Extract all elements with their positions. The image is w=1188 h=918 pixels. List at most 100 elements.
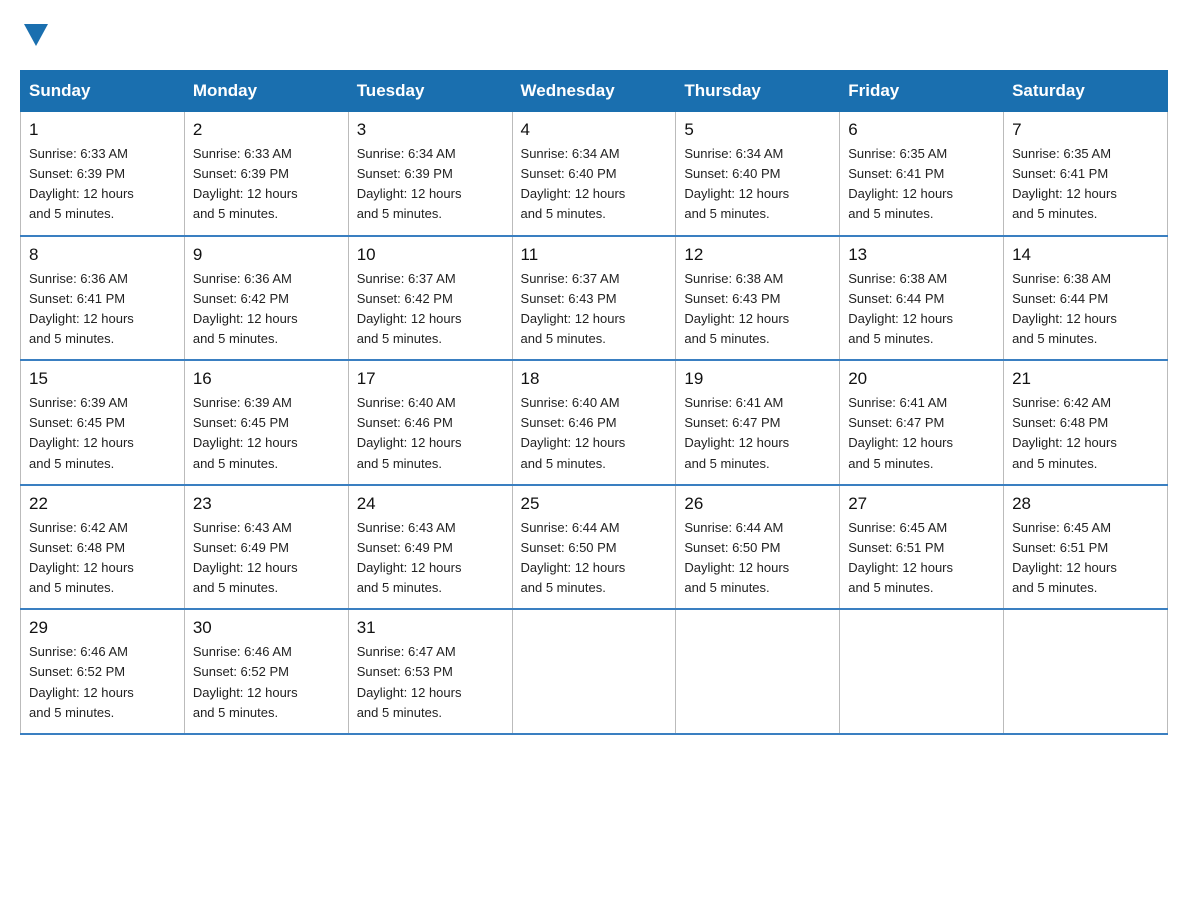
day-number: 26 bbox=[684, 494, 831, 514]
header-thursday: Thursday bbox=[676, 71, 840, 112]
day-info: Sunrise: 6:37 AMSunset: 6:43 PMDaylight:… bbox=[521, 271, 626, 346]
day-info: Sunrise: 6:34 AMSunset: 6:40 PMDaylight:… bbox=[684, 146, 789, 221]
day-info: Sunrise: 6:38 AMSunset: 6:44 PMDaylight:… bbox=[848, 271, 953, 346]
calendar-cell: 22 Sunrise: 6:42 AMSunset: 6:48 PMDaylig… bbox=[21, 485, 185, 610]
day-number: 22 bbox=[29, 494, 176, 514]
calendar-week-3: 15 Sunrise: 6:39 AMSunset: 6:45 PMDaylig… bbox=[21, 360, 1168, 485]
calendar-cell bbox=[1004, 609, 1168, 734]
calendar-cell: 9 Sunrise: 6:36 AMSunset: 6:42 PMDayligh… bbox=[184, 236, 348, 361]
calendar-cell: 17 Sunrise: 6:40 AMSunset: 6:46 PMDaylig… bbox=[348, 360, 512, 485]
day-info: Sunrise: 6:34 AMSunset: 6:39 PMDaylight:… bbox=[357, 146, 462, 221]
day-number: 19 bbox=[684, 369, 831, 389]
day-info: Sunrise: 6:35 AMSunset: 6:41 PMDaylight:… bbox=[1012, 146, 1117, 221]
day-number: 10 bbox=[357, 245, 504, 265]
day-number: 4 bbox=[521, 120, 668, 140]
day-info: Sunrise: 6:38 AMSunset: 6:44 PMDaylight:… bbox=[1012, 271, 1117, 346]
day-number: 29 bbox=[29, 618, 176, 638]
day-info: Sunrise: 6:43 AMSunset: 6:49 PMDaylight:… bbox=[193, 520, 298, 595]
calendar-cell: 18 Sunrise: 6:40 AMSunset: 6:46 PMDaylig… bbox=[512, 360, 676, 485]
calendar-cell: 24 Sunrise: 6:43 AMSunset: 6:49 PMDaylig… bbox=[348, 485, 512, 610]
day-number: 17 bbox=[357, 369, 504, 389]
calendar-cell: 2 Sunrise: 6:33 AMSunset: 6:39 PMDayligh… bbox=[184, 112, 348, 236]
day-number: 15 bbox=[29, 369, 176, 389]
calendar-cell: 25 Sunrise: 6:44 AMSunset: 6:50 PMDaylig… bbox=[512, 485, 676, 610]
day-number: 8 bbox=[29, 245, 176, 265]
day-number: 7 bbox=[1012, 120, 1159, 140]
day-info: Sunrise: 6:46 AMSunset: 6:52 PMDaylight:… bbox=[29, 644, 134, 719]
calendar-cell: 26 Sunrise: 6:44 AMSunset: 6:50 PMDaylig… bbox=[676, 485, 840, 610]
day-info: Sunrise: 6:45 AMSunset: 6:51 PMDaylight:… bbox=[1012, 520, 1117, 595]
day-number: 28 bbox=[1012, 494, 1159, 514]
header-wednesday: Wednesday bbox=[512, 71, 676, 112]
day-info: Sunrise: 6:39 AMSunset: 6:45 PMDaylight:… bbox=[29, 395, 134, 470]
calendar-week-5: 29 Sunrise: 6:46 AMSunset: 6:52 PMDaylig… bbox=[21, 609, 1168, 734]
day-number: 2 bbox=[193, 120, 340, 140]
day-info: Sunrise: 6:47 AMSunset: 6:53 PMDaylight:… bbox=[357, 644, 462, 719]
day-number: 12 bbox=[684, 245, 831, 265]
calendar-cell: 16 Sunrise: 6:39 AMSunset: 6:45 PMDaylig… bbox=[184, 360, 348, 485]
header-tuesday: Tuesday bbox=[348, 71, 512, 112]
day-info: Sunrise: 6:34 AMSunset: 6:40 PMDaylight:… bbox=[521, 146, 626, 221]
day-info: Sunrise: 6:35 AMSunset: 6:41 PMDaylight:… bbox=[848, 146, 953, 221]
calendar-cell bbox=[512, 609, 676, 734]
day-number: 23 bbox=[193, 494, 340, 514]
calendar-cell: 11 Sunrise: 6:37 AMSunset: 6:43 PMDaylig… bbox=[512, 236, 676, 361]
day-info: Sunrise: 6:44 AMSunset: 6:50 PMDaylight:… bbox=[684, 520, 789, 595]
calendar-cell: 12 Sunrise: 6:38 AMSunset: 6:43 PMDaylig… bbox=[676, 236, 840, 361]
day-info: Sunrise: 6:41 AMSunset: 6:47 PMDaylight:… bbox=[848, 395, 953, 470]
header-sunday: Sunday bbox=[21, 71, 185, 112]
day-number: 31 bbox=[357, 618, 504, 638]
day-number: 21 bbox=[1012, 369, 1159, 389]
day-info: Sunrise: 6:40 AMSunset: 6:46 PMDaylight:… bbox=[521, 395, 626, 470]
calendar-week-1: 1 Sunrise: 6:33 AMSunset: 6:39 PMDayligh… bbox=[21, 112, 1168, 236]
day-info: Sunrise: 6:41 AMSunset: 6:47 PMDaylight:… bbox=[684, 395, 789, 470]
calendar-cell bbox=[840, 609, 1004, 734]
header-monday: Monday bbox=[184, 71, 348, 112]
calendar-cell: 28 Sunrise: 6:45 AMSunset: 6:51 PMDaylig… bbox=[1004, 485, 1168, 610]
calendar-cell: 14 Sunrise: 6:38 AMSunset: 6:44 PMDaylig… bbox=[1004, 236, 1168, 361]
logo bbox=[20, 20, 50, 50]
calendar-cell: 15 Sunrise: 6:39 AMSunset: 6:45 PMDaylig… bbox=[21, 360, 185, 485]
calendar-cell: 8 Sunrise: 6:36 AMSunset: 6:41 PMDayligh… bbox=[21, 236, 185, 361]
calendar-cell: 5 Sunrise: 6:34 AMSunset: 6:40 PMDayligh… bbox=[676, 112, 840, 236]
calendar-cell: 29 Sunrise: 6:46 AMSunset: 6:52 PMDaylig… bbox=[21, 609, 185, 734]
calendar-cell: 4 Sunrise: 6:34 AMSunset: 6:40 PMDayligh… bbox=[512, 112, 676, 236]
calendar-header-row: SundayMondayTuesdayWednesdayThursdayFrid… bbox=[21, 71, 1168, 112]
calendar-cell: 7 Sunrise: 6:35 AMSunset: 6:41 PMDayligh… bbox=[1004, 112, 1168, 236]
day-info: Sunrise: 6:38 AMSunset: 6:43 PMDaylight:… bbox=[684, 271, 789, 346]
day-info: Sunrise: 6:37 AMSunset: 6:42 PMDaylight:… bbox=[357, 271, 462, 346]
day-number: 11 bbox=[521, 245, 668, 265]
day-number: 30 bbox=[193, 618, 340, 638]
calendar-cell: 27 Sunrise: 6:45 AMSunset: 6:51 PMDaylig… bbox=[840, 485, 1004, 610]
calendar-cell: 19 Sunrise: 6:41 AMSunset: 6:47 PMDaylig… bbox=[676, 360, 840, 485]
day-number: 5 bbox=[684, 120, 831, 140]
day-number: 3 bbox=[357, 120, 504, 140]
day-number: 16 bbox=[193, 369, 340, 389]
calendar-cell: 20 Sunrise: 6:41 AMSunset: 6:47 PMDaylig… bbox=[840, 360, 1004, 485]
day-number: 6 bbox=[848, 120, 995, 140]
day-info: Sunrise: 6:43 AMSunset: 6:49 PMDaylight:… bbox=[357, 520, 462, 595]
day-number: 24 bbox=[357, 494, 504, 514]
day-info: Sunrise: 6:36 AMSunset: 6:42 PMDaylight:… bbox=[193, 271, 298, 346]
calendar-cell: 23 Sunrise: 6:43 AMSunset: 6:49 PMDaylig… bbox=[184, 485, 348, 610]
day-info: Sunrise: 6:39 AMSunset: 6:45 PMDaylight:… bbox=[193, 395, 298, 470]
day-info: Sunrise: 6:33 AMSunset: 6:39 PMDaylight:… bbox=[29, 146, 134, 221]
day-number: 27 bbox=[848, 494, 995, 514]
day-number: 1 bbox=[29, 120, 176, 140]
day-info: Sunrise: 6:42 AMSunset: 6:48 PMDaylight:… bbox=[1012, 395, 1117, 470]
day-number: 20 bbox=[848, 369, 995, 389]
calendar-cell: 31 Sunrise: 6:47 AMSunset: 6:53 PMDaylig… bbox=[348, 609, 512, 734]
header-saturday: Saturday bbox=[1004, 71, 1168, 112]
calendar-cell: 3 Sunrise: 6:34 AMSunset: 6:39 PMDayligh… bbox=[348, 112, 512, 236]
calendar-table: SundayMondayTuesdayWednesdayThursdayFrid… bbox=[20, 70, 1168, 735]
page-header bbox=[20, 20, 1168, 50]
day-info: Sunrise: 6:46 AMSunset: 6:52 PMDaylight:… bbox=[193, 644, 298, 719]
day-info: Sunrise: 6:42 AMSunset: 6:48 PMDaylight:… bbox=[29, 520, 134, 595]
day-info: Sunrise: 6:36 AMSunset: 6:41 PMDaylight:… bbox=[29, 271, 134, 346]
calendar-cell: 30 Sunrise: 6:46 AMSunset: 6:52 PMDaylig… bbox=[184, 609, 348, 734]
calendar-cell: 10 Sunrise: 6:37 AMSunset: 6:42 PMDaylig… bbox=[348, 236, 512, 361]
calendar-week-4: 22 Sunrise: 6:42 AMSunset: 6:48 PMDaylig… bbox=[21, 485, 1168, 610]
day-info: Sunrise: 6:45 AMSunset: 6:51 PMDaylight:… bbox=[848, 520, 953, 595]
day-number: 18 bbox=[521, 369, 668, 389]
calendar-week-2: 8 Sunrise: 6:36 AMSunset: 6:41 PMDayligh… bbox=[21, 236, 1168, 361]
